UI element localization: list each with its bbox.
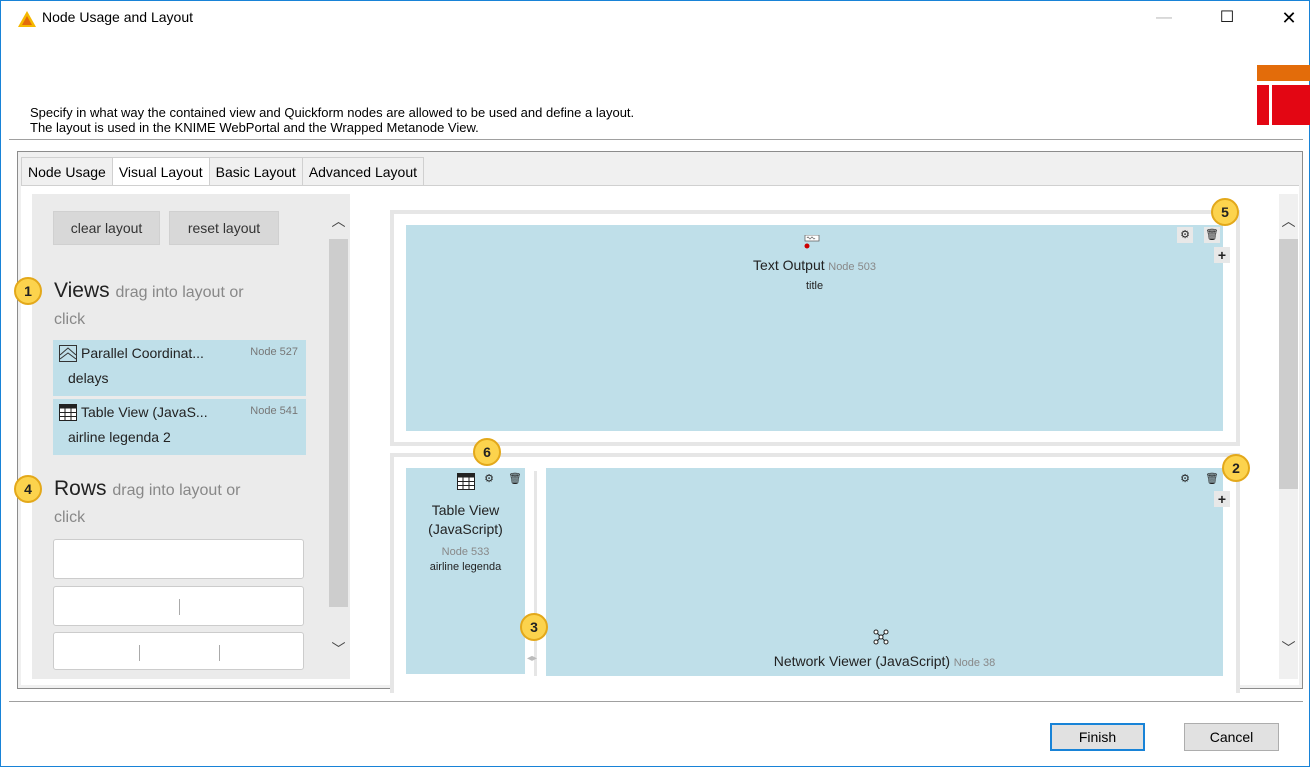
- window-title: Node Usage and Layout: [42, 9, 193, 25]
- callout-badge: 5: [1211, 198, 1239, 226]
- view-item-node: Node 527: [250, 346, 298, 358]
- finish-button[interactable]: Finish: [1050, 723, 1145, 751]
- delete-trash-icon[interactable]: 🗑: [1204, 227, 1220, 243]
- layout-column-network-viewer[interactable]: Network Viewer (JavaScript) Node 38: [546, 468, 1223, 676]
- node-name: Text Output: [753, 257, 825, 273]
- title-bar: Node Usage and Layout — ☐ ✕: [1, 1, 1309, 35]
- column-settings-gear-icon[interactable]: ⚙: [481, 471, 497, 487]
- network-icon: [873, 629, 889, 645]
- view-item-name: Table View (JavaS...: [81, 404, 208, 420]
- reset-layout-button[interactable]: reset layout: [169, 211, 279, 245]
- row-template-1-col[interactable]: [53, 539, 304, 579]
- views-heading: Views drag into layout or: [54, 279, 244, 303]
- tab-advanced-layout[interactable]: Advanced Layout: [301, 157, 425, 185]
- cancel-button[interactable]: Cancel: [1184, 723, 1279, 751]
- callout-badge: 6: [473, 438, 501, 466]
- layout-column-text-output[interactable]: Text Output Node 503 title: [406, 225, 1223, 431]
- sidebar-scrollbar[interactable]: ︿ ﹀: [329, 207, 348, 669]
- node-id: Node 533: [441, 546, 490, 558]
- row-template-2-col[interactable]: [53, 586, 304, 626]
- scroll-down-icon[interactable]: ﹀: [1279, 638, 1298, 658]
- rows-title: Rows: [54, 477, 107, 500]
- scroll-up-icon[interactable]: ︿: [1279, 211, 1298, 231]
- dialog-window: Node Usage and Layout — ☐ ✕ Specify in w…: [0, 0, 1310, 767]
- node-id: Node 38: [953, 657, 996, 669]
- view-item-node: Node 541: [250, 405, 298, 417]
- rows-heading: Rows drag into layout or: [54, 477, 240, 501]
- view-item-table-view[interactable]: Table View (JavaS... Node 541 airline le…: [53, 399, 306, 455]
- node-subtitle: title: [805, 280, 824, 292]
- scroll-down-icon[interactable]: ﹀: [329, 639, 348, 659]
- header-separator: [9, 139, 1303, 140]
- column-resize-handle[interactable]: [534, 471, 537, 676]
- view-item-parallel-coordinates[interactable]: Parallel Coordinat... Node 527 delays: [53, 340, 306, 396]
- callout-badge: 2: [1222, 454, 1250, 482]
- table-icon: [59, 404, 77, 421]
- node-name-line-2: (JavaScript): [428, 521, 503, 537]
- description-line-1: Specify in what way the contained view a…: [30, 105, 635, 120]
- knime-logo-icon: [1257, 65, 1310, 125]
- views-title: Views: [54, 279, 110, 302]
- node-name: Network Viewer (JavaScript): [773, 653, 951, 669]
- add-column-plus-icon[interactable]: +: [1214, 247, 1230, 263]
- delete-trash-icon[interactable]: 🗑: [1204, 471, 1220, 487]
- maximize-button[interactable]: ☐: [1204, 1, 1250, 35]
- scrollbar-thumb[interactable]: [1279, 239, 1298, 489]
- layout-column-table-view[interactable]: Table View (JavaScript) Node 533 airline…: [406, 468, 525, 674]
- text-output-label: Text Output Node 503: [406, 257, 1223, 273]
- column-divider: [139, 645, 140, 661]
- clear-layout-button[interactable]: clear layout: [53, 211, 160, 245]
- rows-hint: drag into layout or: [112, 482, 241, 499]
- node-name-line-1: Table View: [431, 502, 500, 518]
- callout-badge: 3: [520, 613, 548, 641]
- tab-basic-layout[interactable]: Basic Layout: [208, 157, 303, 185]
- scrollbar-thumb[interactable]: [329, 239, 348, 607]
- scroll-up-icon[interactable]: ︿: [329, 211, 348, 231]
- column-divider: [179, 599, 180, 615]
- views-hint: drag into layout or: [115, 284, 244, 301]
- column-settings-gear-icon[interactable]: ⚙: [1177, 471, 1193, 487]
- table-view-label: Table View (JavaScript) Node 533 airline…: [406, 502, 525, 573]
- callout-badge: 1: [14, 277, 42, 305]
- tab-visual-layout[interactable]: Visual Layout: [111, 157, 210, 186]
- rows-click-hint: click: [54, 509, 86, 526]
- knime-warning-icon: [18, 11, 36, 27]
- column-divider: [219, 645, 220, 661]
- layout-scrollbar[interactable]: ︿ ﹀: [1279, 194, 1298, 679]
- node-subtitle: airline legenda: [429, 561, 502, 573]
- node-id: Node 503: [828, 261, 876, 273]
- description: Specify in what way the contained view a…: [30, 105, 634, 135]
- view-item-subtitle: airline legenda 2: [68, 429, 171, 445]
- table-icon: [457, 473, 475, 490]
- views-click-hint: click: [54, 311, 86, 328]
- tab-bar: Node Usage Visual Layout Basic Layout Ad…: [21, 157, 425, 186]
- network-viewer-label: Network Viewer (JavaScript) Node 38: [546, 653, 1223, 669]
- parallel-coordinates-icon: [59, 345, 77, 362]
- add-column-plus-icon[interactable]: +: [1214, 491, 1230, 507]
- minimize-button[interactable]: —: [1141, 1, 1187, 35]
- view-item-name: Parallel Coordinat...: [81, 345, 204, 361]
- callout-badge: 4: [14, 475, 42, 503]
- tab-node-usage[interactable]: Node Usage: [21, 157, 113, 185]
- column-settings-gear-icon[interactable]: ⚙: [1177, 227, 1193, 243]
- resize-arrows-icon[interactable]: ◂▸: [527, 653, 537, 664]
- text-output-icon: [804, 235, 820, 249]
- view-item-subtitle: delays: [68, 370, 109, 386]
- footer-separator: [9, 701, 1303, 702]
- delete-trash-icon[interactable]: 🗑: [507, 471, 523, 487]
- close-button[interactable]: ✕: [1266, 1, 1310, 35]
- row-template-3-col[interactable]: [53, 632, 304, 670]
- description-line-2: The layout is used in the KNIME WebPorta…: [30, 120, 479, 135]
